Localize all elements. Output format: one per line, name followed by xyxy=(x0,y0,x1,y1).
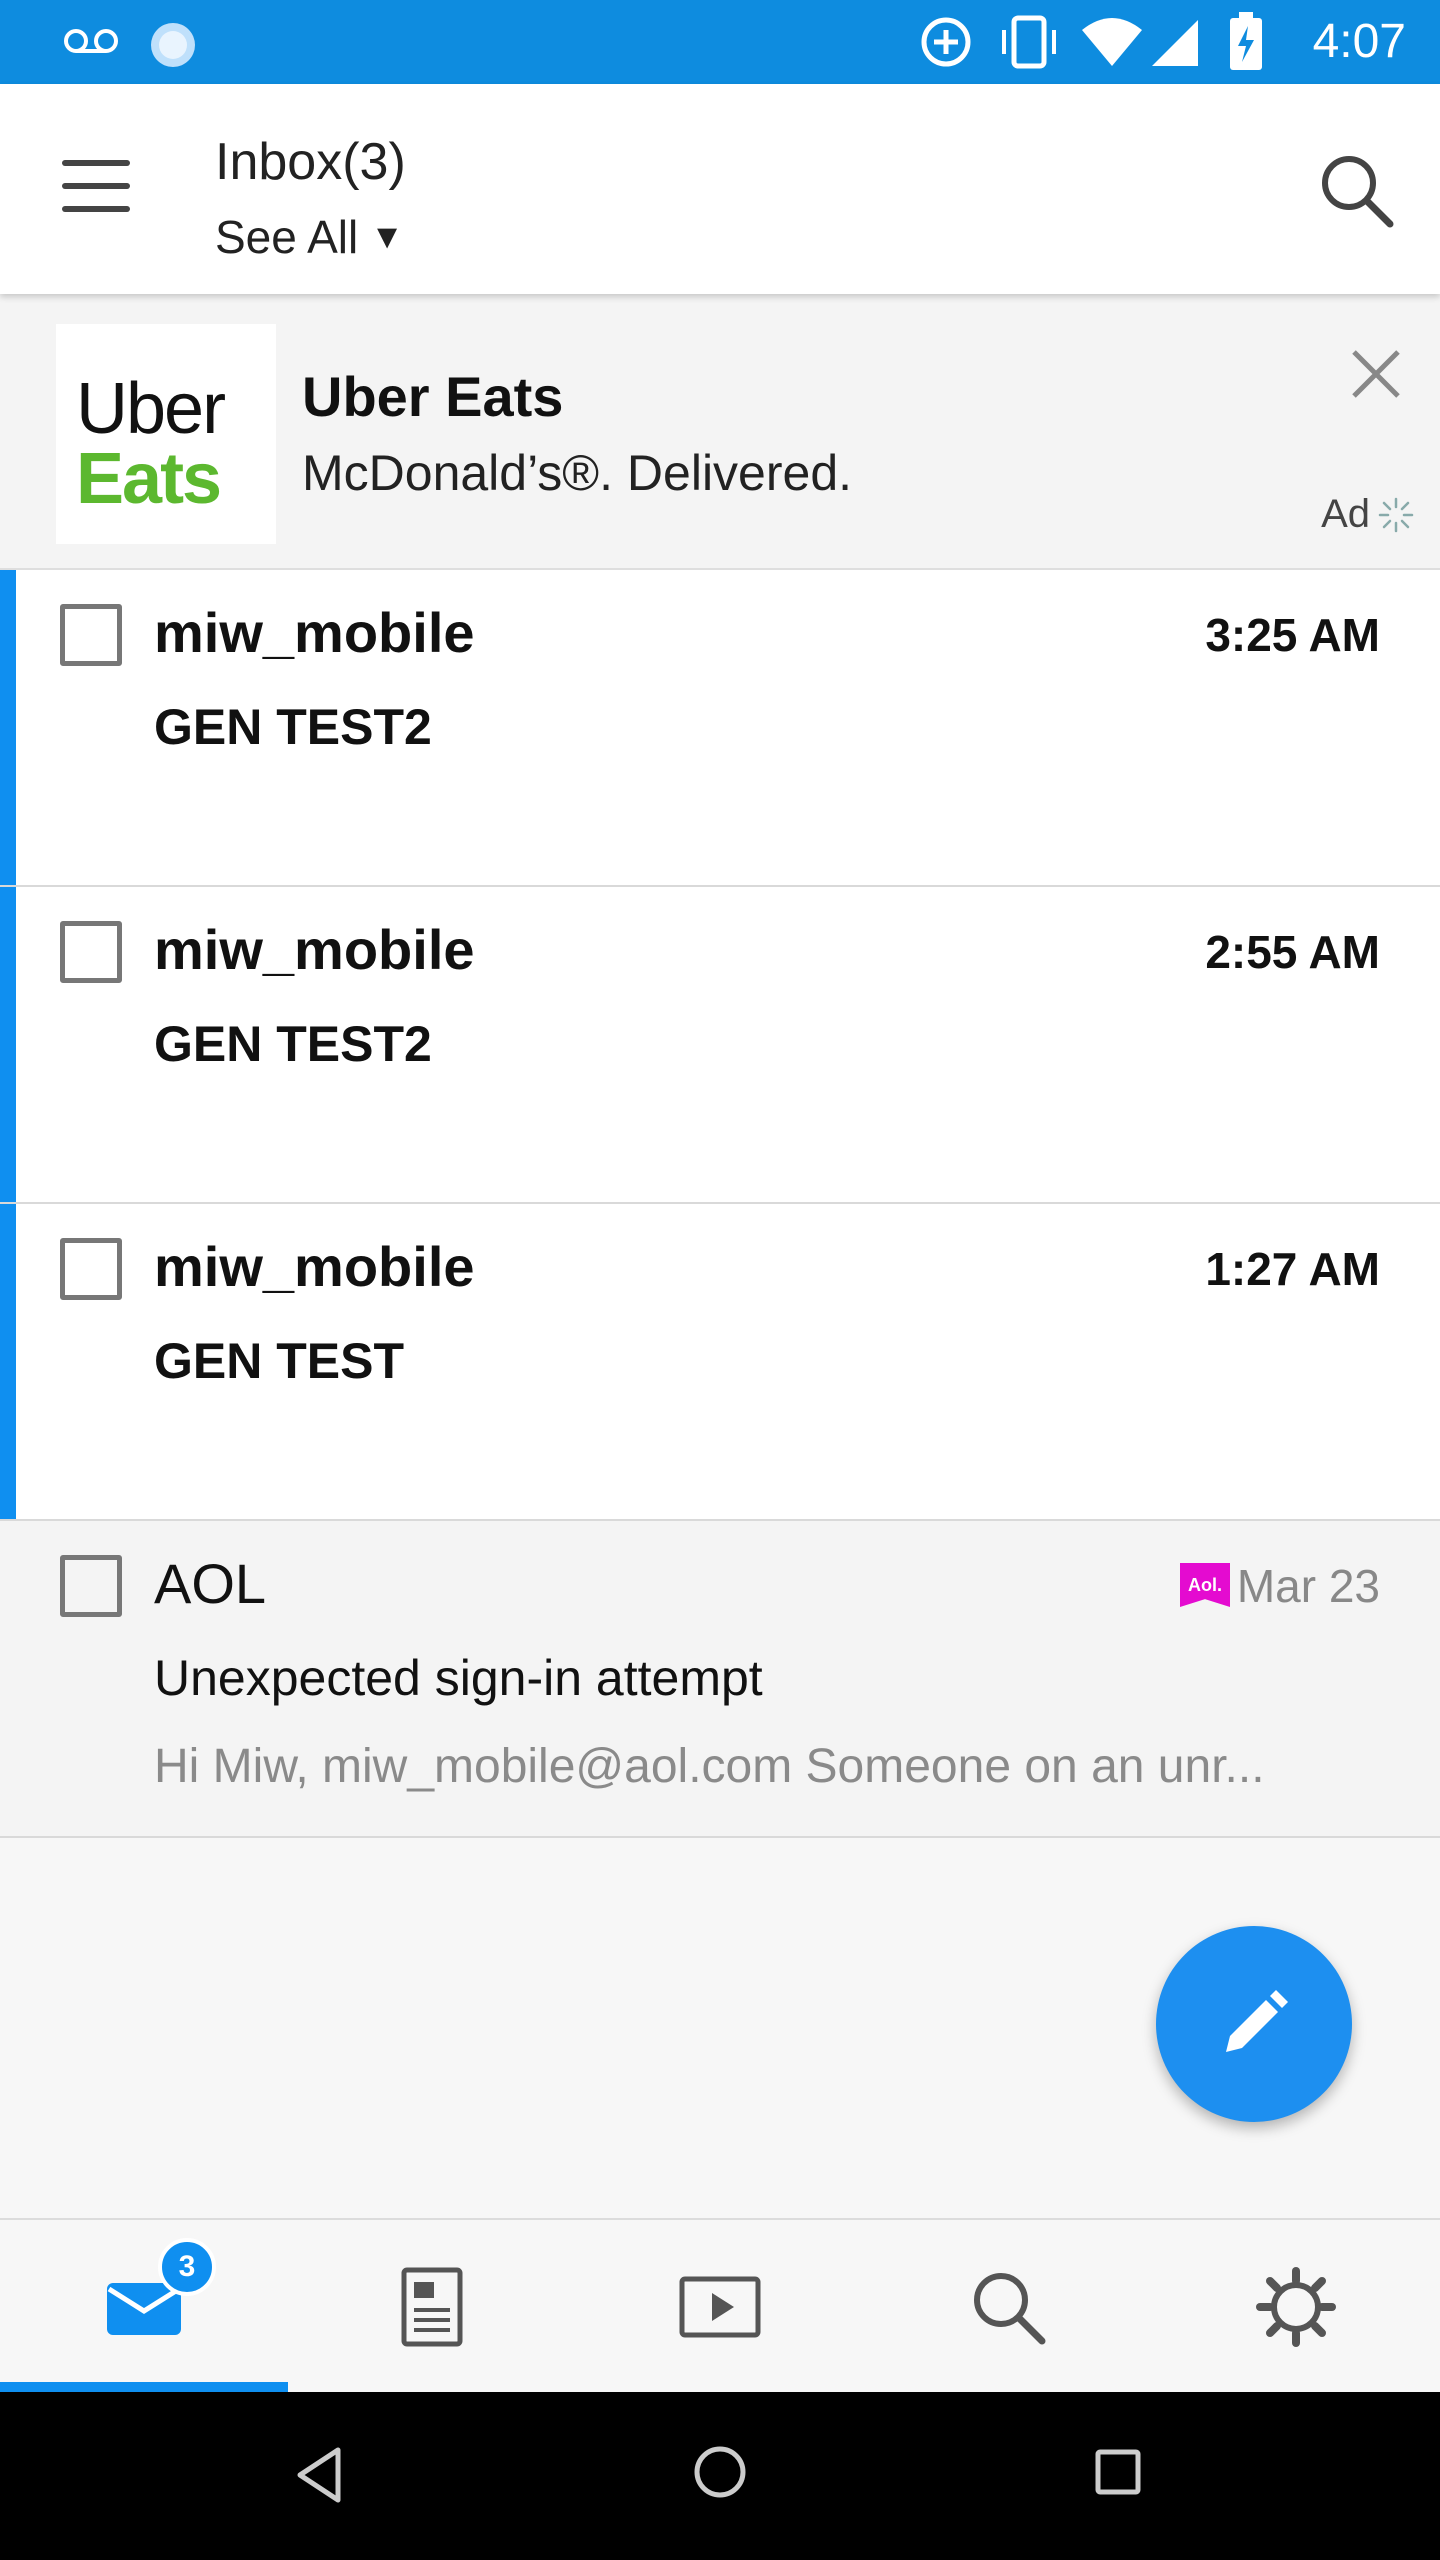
status-time: 4:07 xyxy=(1312,15,1406,68)
message-sender: miw_mobile xyxy=(154,1235,475,1298)
message-subject: GEN TEST2 xyxy=(154,699,432,755)
nav-video[interactable] xyxy=(576,2220,864,2394)
close-icon[interactable] xyxy=(1346,344,1406,404)
menu-icon[interactable] xyxy=(62,160,130,214)
unread-indicator xyxy=(0,570,16,885)
message-subject: Unexpected sign-in attempt xyxy=(154,1650,763,1706)
nav-mail[interactable]: 3 xyxy=(0,2220,288,2394)
system-navigation-bar xyxy=(0,2392,1440,2560)
search-icon xyxy=(974,2273,1046,2345)
wifi-icon xyxy=(1082,18,1142,66)
message-preview: Hi Miw, miw_mobile@aol.com Someone on an… xyxy=(154,1740,1265,1793)
nav-search[interactable] xyxy=(864,2220,1152,2394)
back-icon[interactable] xyxy=(292,2444,346,2506)
chevron-down-icon: ▼ xyxy=(370,217,404,256)
nav-settings[interactable] xyxy=(1152,2220,1440,2394)
unread-count-badge: 3 xyxy=(158,2238,216,2296)
ad-subtitle: McDonald’s®. Delivered. xyxy=(302,445,853,501)
video-icon xyxy=(679,2276,761,2338)
message-sender: miw_mobile xyxy=(154,918,475,981)
message-row[interactable]: AOL Unexpected sign-in attempt Aol. Mar … xyxy=(0,1521,1440,1838)
bottom-navigation: 3 xyxy=(0,2218,1440,2394)
ad-label[interactable]: Ad xyxy=(1321,492,1416,537)
message-time: Mar 23 xyxy=(1236,1560,1380,1612)
status-bar: 4:07 xyxy=(0,0,1440,84)
search-icon[interactable] xyxy=(1316,150,1396,230)
filter-dropdown[interactable]: See All ▼ xyxy=(215,210,404,264)
app-bar: Inbox(3) See All ▼ xyxy=(0,84,1440,294)
vibrate-icon xyxy=(1002,15,1056,69)
message-subject: GEN TEST2 xyxy=(154,1016,432,1072)
message-sender: miw_mobile xyxy=(154,601,475,664)
message-checkbox[interactable] xyxy=(60,1238,122,1300)
news-icon xyxy=(401,2267,463,2347)
message-list: miw_mobile GEN TEST2 3:25 AM miw_mobile … xyxy=(0,570,1440,1838)
message-sender: AOL xyxy=(154,1552,267,1615)
filter-label: See All xyxy=(215,211,359,263)
voicemail-icon xyxy=(64,29,118,53)
message-row[interactable]: miw_mobile GEN TEST2 2:55 AM xyxy=(0,887,1440,1204)
ad-banner[interactable]: Uber Eats Uber Eats McDonald’s®. Deliver… xyxy=(0,294,1440,570)
signal-icon xyxy=(1152,20,1198,66)
message-row[interactable]: miw_mobile GEN TEST 1:27 AM xyxy=(0,1204,1440,1521)
ad-title: Uber Eats xyxy=(302,365,564,428)
battery-charging-icon xyxy=(1230,12,1262,70)
message-checkbox[interactable] xyxy=(60,604,122,666)
aol-badge-icon: Aol. xyxy=(1180,1563,1230,1607)
message-checkbox[interactable] xyxy=(60,1555,122,1617)
ad-choices-icon xyxy=(1378,497,1414,532)
unread-indicator xyxy=(0,887,16,1202)
message-time: 3:25 AM xyxy=(1205,609,1380,661)
home-icon[interactable] xyxy=(692,2444,748,2500)
settings-icon xyxy=(1256,2267,1336,2347)
sync-icon xyxy=(151,23,195,67)
message-time: 1:27 AM xyxy=(1205,1243,1380,1295)
nav-news[interactable] xyxy=(288,2220,576,2394)
unread-indicator xyxy=(0,1204,16,1519)
folder-title: Inbox(3) xyxy=(215,133,406,191)
data-saver-icon xyxy=(921,17,971,67)
message-subject: GEN TEST xyxy=(154,1333,405,1389)
recents-icon[interactable] xyxy=(1094,2448,1142,2496)
message-time: 2:55 AM xyxy=(1205,926,1380,978)
message-checkbox[interactable] xyxy=(60,921,122,983)
pencil-icon xyxy=(1226,1990,1288,2052)
compose-button[interactable] xyxy=(1156,1926,1352,2122)
message-row[interactable]: miw_mobile GEN TEST2 3:25 AM xyxy=(0,570,1440,887)
ad-logo: Uber Eats xyxy=(56,324,276,544)
